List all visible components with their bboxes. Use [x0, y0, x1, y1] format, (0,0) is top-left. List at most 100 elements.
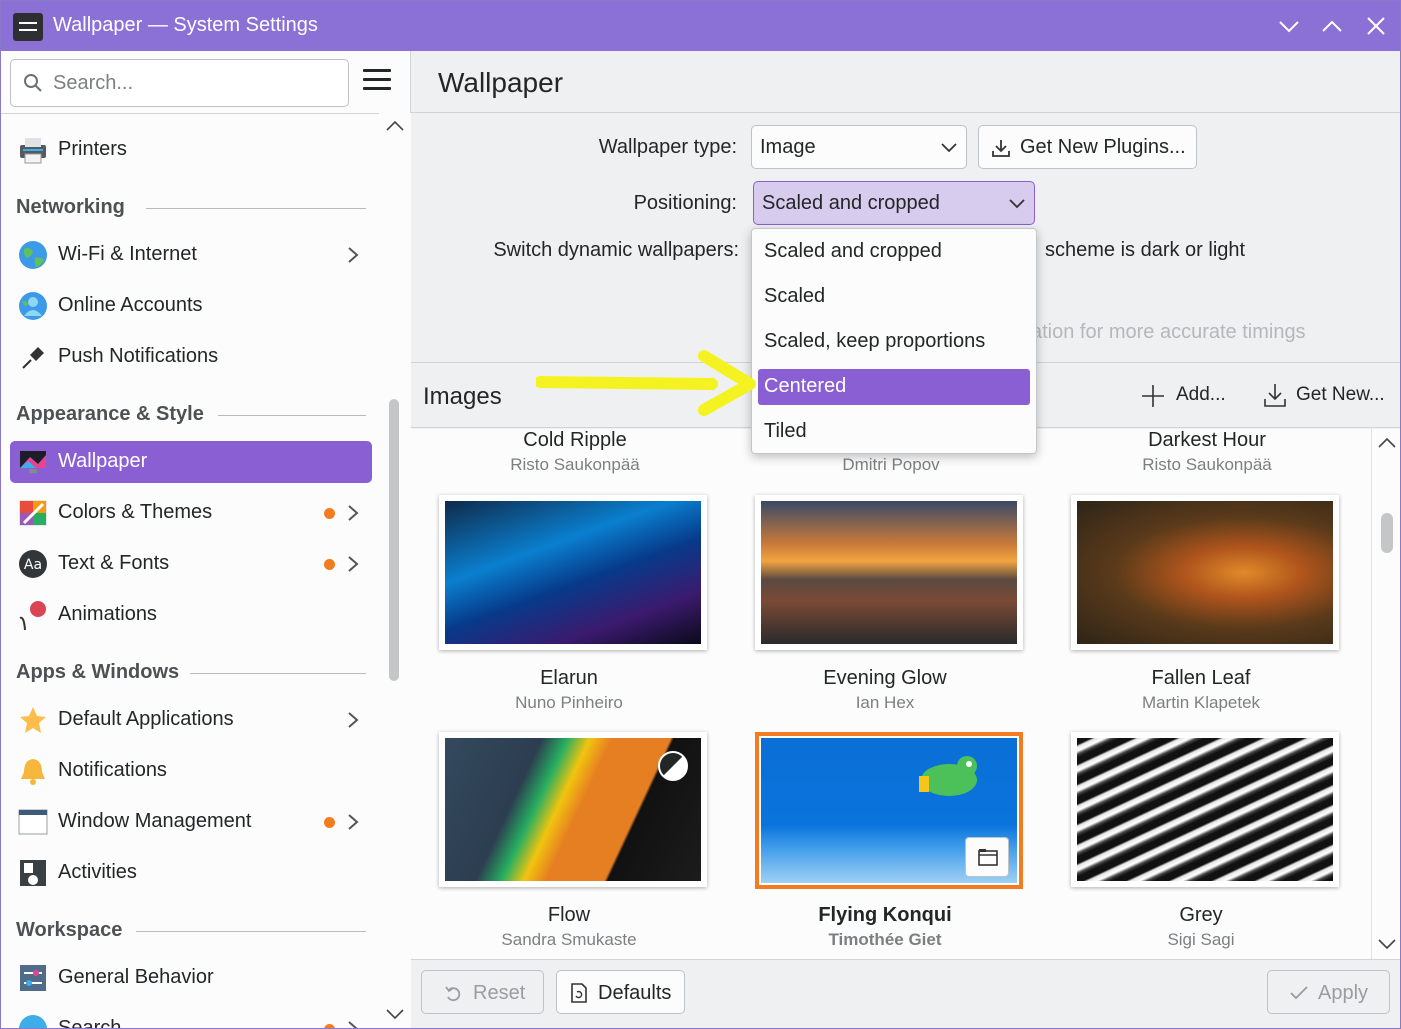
sidebar-item-text-fonts[interactable]: Aa Text & Fonts: [10, 543, 372, 585]
sidebar-item-wifi-internet[interactable]: Wi-Fi & Internet: [10, 234, 372, 276]
wallpaper-name: Flow: [547, 904, 591, 926]
wallpaper-name: Elarun: [540, 667, 598, 689]
wallpaper-name: Evening Glow: [823, 667, 947, 689]
wallpaper-thumbnail[interactable]: [439, 732, 707, 887]
wallpaper-thumbnail[interactable]: [439, 495, 707, 650]
sidebar-item-push-notifications[interactable]: Push Notifications: [10, 336, 372, 378]
sidebar-item-label: General Behavior: [58, 966, 214, 988]
sidebar-item-search[interactable]: Search: [10, 1008, 372, 1028]
wallpaper-thumbnail[interactable]: [755, 495, 1023, 650]
settings-window: Wallpaper — System Settings Search... Pr…: [0, 0, 1401, 1029]
wallpaper-type-combo[interactable]: Image: [751, 125, 967, 169]
annotation-arrow-icon: [536, 350, 756, 416]
konqui-dragon-icon: [919, 756, 977, 796]
open-folder-button[interactable]: [965, 837, 1009, 877]
globe-icon: [19, 241, 47, 269]
checkmark-icon: [1290, 986, 1308, 1000]
minimize-button[interactable]: [1276, 13, 1302, 39]
wallpaper-thumbnail[interactable]: [755, 732, 1023, 889]
system-settings-icon: [13, 13, 43, 41]
wallpaper-name: Flying Konqui: [818, 904, 952, 926]
search-placeholder: Search...: [53, 72, 134, 94]
search-icon: [24, 74, 42, 92]
defaults-button[interactable]: Defaults: [556, 970, 685, 1014]
switch-dynamic-label: Switch dynamic wallpapers:: [493, 239, 739, 261]
get-new-plugins-button[interactable]: Get New Plugins...: [978, 125, 1197, 169]
modified-dot-icon: [324, 559, 335, 570]
chevron-down-icon: [941, 143, 957, 153]
title-bar[interactable]: Wallpaper — System Settings: [1, 1, 1400, 51]
sidebar-item-default-applications[interactable]: Default Applications: [10, 699, 372, 741]
search-settings-icon: [19, 1015, 47, 1028]
wallpaper-name: Fallen Leaf: [1151, 667, 1251, 689]
window-title: Wallpaper — System Settings: [53, 14, 318, 36]
scroll-down-icon[interactable]: [385, 1007, 405, 1021]
animations-icon: [19, 601, 46, 630]
search-field[interactable]: Search...: [10, 59, 349, 107]
reset-button[interactable]: Reset: [421, 970, 544, 1014]
sidebar-list: Printers Networking Wi-Fi & Internet Onl…: [1, 113, 379, 1028]
grid-scrollbar[interactable]: [1371, 429, 1400, 959]
maximize-button[interactable]: [1319, 13, 1345, 39]
button-label: Add...: [1176, 384, 1226, 405]
colors-icon: [19, 500, 47, 526]
wallpaper-thumbnail[interactable]: [1071, 495, 1339, 650]
sidebar-item-label: Window Management: [58, 810, 252, 832]
folder-icon: [978, 849, 998, 866]
option-scaled-keep-proportions[interactable]: Scaled, keep proportions: [758, 324, 1030, 360]
hamburger-menu-icon[interactable]: [363, 69, 391, 93]
chevron-down-icon: [1009, 199, 1025, 209]
chevron-right-icon: [348, 1021, 358, 1028]
sidebar-item-online-accounts[interactable]: Online Accounts: [10, 285, 372, 327]
positioning-combo[interactable]: Scaled and cropped: [753, 181, 1035, 225]
sidebar-item-notifications[interactable]: Notifications: [10, 750, 372, 792]
sidebar-item-activities[interactable]: Activities: [10, 852, 372, 894]
chevron-right-icon: [348, 712, 359, 728]
sidebar-scrollbar[interactable]: [379, 113, 411, 1028]
sidebar-item-label: Online Accounts: [58, 294, 203, 316]
combo-value: Scaled and cropped: [762, 192, 940, 214]
close-button[interactable]: [1363, 13, 1389, 39]
modified-dot-icon: [324, 508, 335, 519]
option-centered[interactable]: Centered: [758, 369, 1030, 405]
sidebar-item-label: Printers: [58, 138, 127, 160]
sidebar-item-colors-themes[interactable]: Colors & Themes: [10, 492, 372, 534]
bell-icon: [21, 759, 45, 785]
scroll-up-icon[interactable]: [1377, 436, 1397, 450]
option-scaled-and-cropped[interactable]: Scaled and cropped: [758, 234, 1030, 270]
sidebar-item-animations[interactable]: Animations: [10, 594, 372, 636]
wallpaper-author: Sandra Smukaste: [501, 930, 637, 949]
chevron-right-icon: [348, 247, 359, 263]
scrollbar-thumb[interactable]: [1381, 513, 1393, 553]
apply-button[interactable]: Apply: [1267, 970, 1390, 1014]
wallpaper-thumbnail[interactable]: [1071, 732, 1339, 887]
scrollbar-thumb[interactable]: [389, 399, 399, 681]
combo-value: Image: [760, 136, 816, 158]
wallpaper-author: Nuno Pinheiro: [515, 693, 623, 712]
scroll-down-icon[interactable]: [1377, 937, 1397, 951]
chevron-right-icon: [348, 505, 359, 521]
option-tiled[interactable]: Tiled: [758, 414, 1030, 450]
printer-icon: [20, 138, 46, 164]
section-heading-apps-windows: Apps & Windows: [16, 661, 366, 684]
wallpaper-author: Dmitri Popov: [842, 455, 940, 474]
section-heading-workspace: Workspace: [16, 919, 366, 942]
dark-light-icon: [658, 751, 688, 781]
download-icon: [1264, 384, 1286, 407]
sidebar-item-printers[interactable]: Printers: [10, 129, 372, 171]
undo-icon: [445, 986, 461, 1002]
wallpaper-author: Sigi Sagi: [1167, 930, 1235, 949]
sidebar-item-general-behavior[interactable]: General Behavior: [10, 957, 372, 999]
positioning-dropdown-menu: Scaled and cropped Scaled Scaled, keep p…: [751, 228, 1037, 454]
sidebar-item-label: Push Notifications: [58, 345, 219, 367]
switch-dynamic-value[interactable]: scheme is dark or light: [1045, 239, 1245, 262]
button-label: Get New Plugins...: [1020, 136, 1186, 158]
sidebar-item-label: Animations: [58, 603, 157, 625]
wallpaper-type-label: Wallpaper type:: [598, 136, 737, 158]
scroll-up-icon[interactable]: [385, 119, 405, 133]
sidebar-item-wallpaper[interactable]: Wallpaper: [10, 441, 372, 483]
fonts-icon: Aa: [19, 550, 47, 578]
sidebar-item-label: Default Applications: [58, 708, 234, 730]
sidebar-item-window-management[interactable]: Window Management: [10, 801, 372, 843]
option-scaled[interactable]: Scaled: [758, 279, 1030, 315]
